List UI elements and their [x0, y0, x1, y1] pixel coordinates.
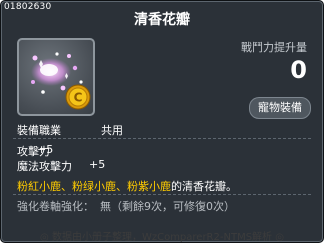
stat-value: +5 [89, 158, 106, 171]
item-tooltip: 01802630 清香花瓣 C 戰鬥力提升量 0 寵物裝備 裝備職業 共用 攻擊… [0, 0, 324, 243]
enhance-row: 強化卷軸強化： 無（剩餘9次，可修復0次） [17, 198, 235, 214]
item-description: 粉紅小鹿、粉绿小鹿、粉紫小鹿的清香花瓣。 [17, 178, 237, 194]
item-name: 清香花瓣 [134, 12, 190, 28]
svg-text:C: C [74, 91, 83, 105]
footer-credit: ◎ 数据由小册子整理，WzComparerR2-NTMS解析 ◎ [40, 232, 284, 243]
divider [13, 194, 311, 195]
divider [13, 138, 311, 139]
stat-row-attack: 攻擊力 +5 [17, 143, 54, 159]
pet-equipment-button[interactable]: 寵物裝備 [249, 97, 311, 119]
item-icon-frame: C [17, 38, 95, 116]
job-label: 裝備職業 [17, 124, 61, 137]
enhance-label: 強化卷軸強化： [17, 200, 94, 213]
stat-value: +5 [37, 143, 54, 156]
job-row: 裝備職業 共用 [17, 122, 123, 138]
gold-coin-icon: C [65, 84, 91, 110]
description-text: 的清香花瓣。 [171, 180, 237, 193]
job-value: 共用 [101, 124, 123, 137]
stat-label: 魔法攻擊力 [17, 160, 72, 173]
enhance-value: 無（剩餘9次，可修復0次） [100, 200, 235, 213]
power-increase-label: 戰鬥力提升量 [241, 41, 307, 54]
description-highlight: 粉紅小鹿、粉绿小鹿、粉紫小鹿 [17, 180, 171, 193]
power-increase-value: 0 [290, 56, 307, 84]
stat-row-magic-attack: 魔法攻擊力 +5 [17, 158, 105, 174]
